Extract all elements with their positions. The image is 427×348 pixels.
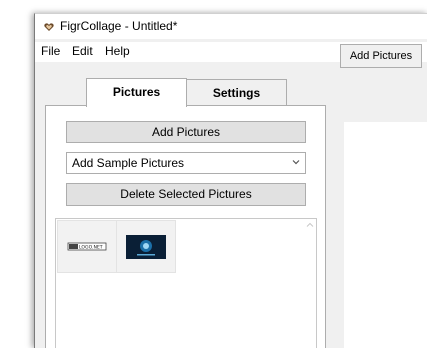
collage-canvas[interactable] — [344, 122, 427, 348]
add-pictures-button[interactable]: Add Pictures — [66, 121, 306, 143]
menu-edit[interactable]: Edit — [72, 44, 93, 58]
toolbar-add-pictures-button[interactable]: Add Pictures — [340, 44, 422, 68]
logo-thumbnail-text: LOGO.NET — [79, 245, 103, 251]
sample-pictures-select[interactable]: Add Sample Pictures — [66, 152, 306, 174]
app-window: FigrCollage - Untitled* File Edit Help P… — [34, 13, 427, 348]
pictures-list[interactable]: LOGO.NET — [55, 218, 317, 348]
scroll-up-icon[interactable] — [306, 221, 314, 229]
heart-icon — [44, 23, 54, 31]
tab-settings[interactable]: Settings — [186, 79, 287, 106]
blue-thumbnail-image — [126, 235, 166, 259]
logo-thumbnail-image: LOGO.NET — [67, 242, 107, 251]
pictures-tab-panel: Add Pictures Add Sample Pictures Delete … — [45, 105, 326, 348]
menu-file[interactable]: File — [41, 44, 60, 58]
thumbnail-item[interactable] — [116, 220, 176, 273]
menu-help[interactable]: Help — [105, 44, 130, 58]
chevron-down-icon — [292, 160, 300, 165]
tab-pictures[interactable]: Pictures — [86, 78, 187, 107]
window-title: FigrCollage - Untitled* — [60, 19, 178, 33]
title-bar[interactable]: FigrCollage - Untitled* — [35, 14, 427, 39]
thumbnail-item[interactable]: LOGO.NET — [57, 220, 117, 273]
sample-pictures-value: Add Sample Pictures — [72, 156, 185, 170]
delete-selected-pictures-button[interactable]: Delete Selected Pictures — [66, 183, 306, 206]
main-content: Pictures Settings Add Pictures Add Sampl… — [35, 62, 427, 348]
